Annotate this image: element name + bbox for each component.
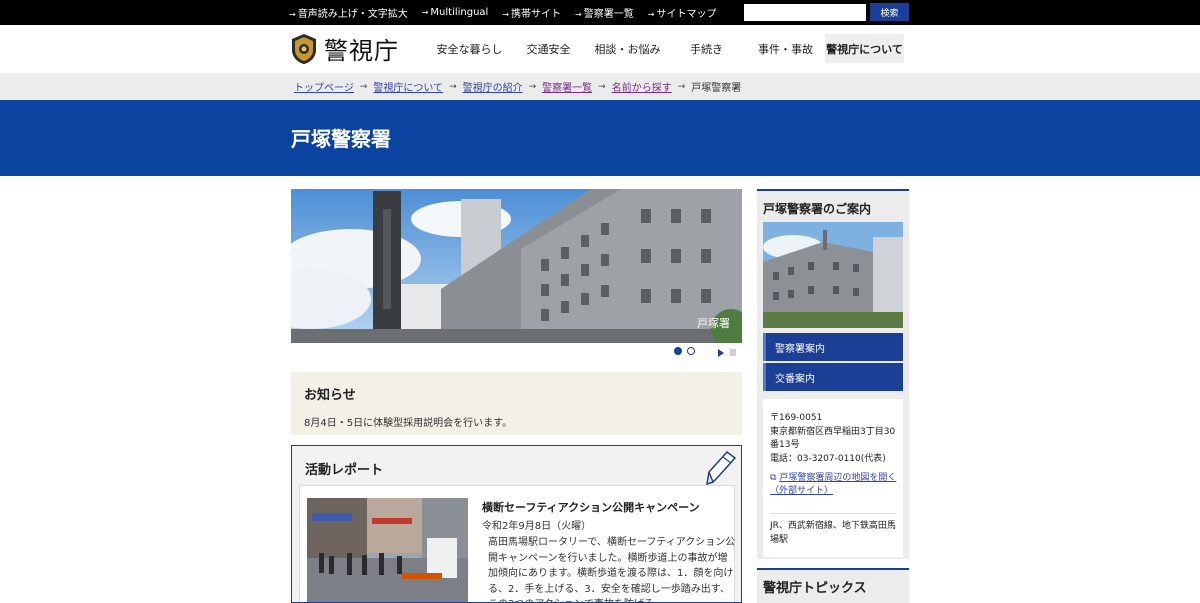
breadcrumb: トップページ → 警視庁について → 警視庁の紹介 → 警察署一覧 → 名前から… xyxy=(0,73,1200,100)
stop-icon[interactable] xyxy=(730,349,736,356)
arrow-icon: → xyxy=(289,10,296,19)
nav-item-traffic[interactable]: 交通安全 xyxy=(509,34,588,63)
breadcrumb-about[interactable]: 警視庁について xyxy=(373,79,443,94)
slide-dot-2[interactable] xyxy=(687,347,695,355)
external-link-icon: ⧉ xyxy=(770,473,777,483)
station-info-button[interactable]: 警察署案内 xyxy=(763,333,903,361)
utility-link-label: 音声読み上げ・文字拡大 xyxy=(297,9,408,20)
koban-info-button[interactable]: 交番案内 xyxy=(763,363,903,391)
news-item: 8月4日・5日に体験型採用説明会を行います。 xyxy=(304,418,513,429)
report-heading: 活動レポート xyxy=(305,463,384,478)
utility-links: → 音声読み上げ・文字拡大 → Multilingual → 携帯サイト → 警察署一覧… xyxy=(289,0,716,25)
hero-slideshow[interactable]: 戸塚署 xyxy=(291,189,742,343)
utility-link-label: 警察署一覧 xyxy=(583,9,634,20)
station-address-box: 〒169-0051 東京都新宿区西早稲田3丁目30番13号 電話：03-3207… xyxy=(763,399,903,557)
topics-heading: 警視庁トピックス xyxy=(763,581,867,596)
breadcrumb-arrow-icon: → xyxy=(449,81,457,92)
utility-link-label: サイトマップ xyxy=(656,9,717,20)
slide-dot-1[interactable] xyxy=(674,347,682,355)
station-photo xyxy=(763,222,903,328)
phone-number: 電話：03-3207-0110(代表) xyxy=(770,453,886,464)
breadcrumb-stations[interactable]: 警察署一覧 xyxy=(542,79,592,94)
breadcrumb-arrow-icon: → xyxy=(528,81,537,92)
arrow-icon: → xyxy=(502,10,510,19)
utility-link-label: 携帯サイト xyxy=(511,9,562,20)
utility-link-mobile[interactable]: → 携帯サイト xyxy=(502,5,561,20)
breadcrumb-top[interactable]: トップページ xyxy=(294,79,354,94)
nav-item-safety[interactable]: 安全な暮らし xyxy=(430,34,509,63)
arrow-icon: → xyxy=(575,10,582,19)
access-info: JR、西武新宿線、地下鉄高田馬場駅 xyxy=(770,521,896,545)
station-address: 〒169-0051 東京都新宿区西早稲田3丁目30番13号 電話：03-3207… xyxy=(770,412,900,466)
station-thumbnail xyxy=(763,222,903,328)
report-date: 令和2年9月8日（火曜） xyxy=(482,521,592,532)
breadcrumb-intro[interactable]: 警視庁の紹介 xyxy=(463,79,523,94)
breadcrumb-arrow-icon: → xyxy=(359,81,368,92)
utility-bar: → 音声読み上げ・文字拡大 → Multilingual → 携帯サイト → 警察署一覧… xyxy=(0,0,1200,25)
search-button[interactable]: 検索 xyxy=(870,3,909,21)
site-logo[interactable]: 警視庁 xyxy=(290,31,399,66)
arrow-icon: → xyxy=(421,8,429,17)
breadcrumb-arrow-icon: → xyxy=(598,81,606,92)
nav-item-incidents[interactable]: 事件・事故 xyxy=(746,34,825,63)
site-name: 警視庁 xyxy=(324,37,399,65)
play-icon[interactable] xyxy=(718,349,724,357)
nav-item-consultation[interactable]: 相談・お悩み xyxy=(588,34,667,63)
report-title[interactable]: 横断セーフティアクション公開キャンペーン xyxy=(482,499,700,515)
station-guide-panel: 戸塚警察署のご案内 警察署案内 交番案内 〒169-0051 東京都新宿区西早稲… xyxy=(757,189,909,559)
global-nav: 安全な暮らし 交通安全 相談・お悩み 手続き 事件・事故 警視庁について xyxy=(430,34,904,63)
sidebar-heading: 戸塚警察署のご案内 xyxy=(763,202,872,216)
breadcrumb-by-name[interactable]: 名前から探す xyxy=(612,79,672,94)
police-emblem-icon xyxy=(292,33,316,64)
page-title: 戸塚警察署 xyxy=(291,127,391,151)
utility-link-multilingual[interactable]: → Multilingual xyxy=(422,7,489,18)
activity-report: 活動レポート 横断セーフティアクション公開キャンペーン 令和2年9月8日（火曜）… xyxy=(291,445,742,603)
report-thumbnail xyxy=(307,498,468,602)
breadcrumb-arrow-icon: → xyxy=(677,81,686,92)
site-header: 警視庁 安全な暮らし 交通安全 相談・お悩み 手続き 事件・事故 警視庁について xyxy=(0,25,1200,73)
station-building-photo xyxy=(291,189,742,343)
search-input[interactable] xyxy=(744,4,866,21)
postal-code: 〒169-0051 xyxy=(770,413,823,423)
topics-panel: 警視庁トピックス xyxy=(757,568,909,603)
map-link-label: 戸塚警察署周辺の地図を開く（外部サイト） xyxy=(770,473,897,496)
slide-indicators xyxy=(674,347,695,355)
nav-item-procedures[interactable]: 手続き xyxy=(667,34,746,63)
map-link[interactable]: ⧉ 戸塚警察署周辺の地図を開く（外部サイト） xyxy=(770,472,900,498)
pen-icon xyxy=(706,450,737,486)
report-body: 高田馬場駅ロータリーで、横断セーフティアクション公開キャンペーンを行いました。横… xyxy=(488,537,736,602)
campaign-photo xyxy=(307,498,468,602)
divider xyxy=(770,513,896,514)
utility-link-sitemap[interactable]: → サイトマップ xyxy=(648,5,717,20)
title-band: 戸塚警察署 xyxy=(0,100,1200,176)
hero-caption: 戸塚署 xyxy=(697,317,730,330)
breadcrumb-current: 戸塚警察署 xyxy=(691,83,742,94)
utility-link-label: Multilingual xyxy=(430,7,489,18)
nav-item-about[interactable]: 警視庁について xyxy=(825,34,904,63)
news-heading: お知らせ xyxy=(304,388,356,403)
arrow-icon: → xyxy=(647,10,655,19)
street-address: 東京都新宿区西早稲田3丁目30番13号 xyxy=(770,426,896,451)
utility-link-voice[interactable]: → 音声読み上げ・文字拡大 xyxy=(289,5,408,20)
news-box: お知らせ 8月4日・5日に体験型採用説明会を行います。 xyxy=(291,372,742,435)
utility-link-stations[interactable]: → 警察署一覧 xyxy=(575,5,634,20)
report-card[interactable]: 横断セーフティアクション公開キャンペーン 令和2年9月8日（火曜） 高田馬場駅ロ… xyxy=(299,485,736,602)
